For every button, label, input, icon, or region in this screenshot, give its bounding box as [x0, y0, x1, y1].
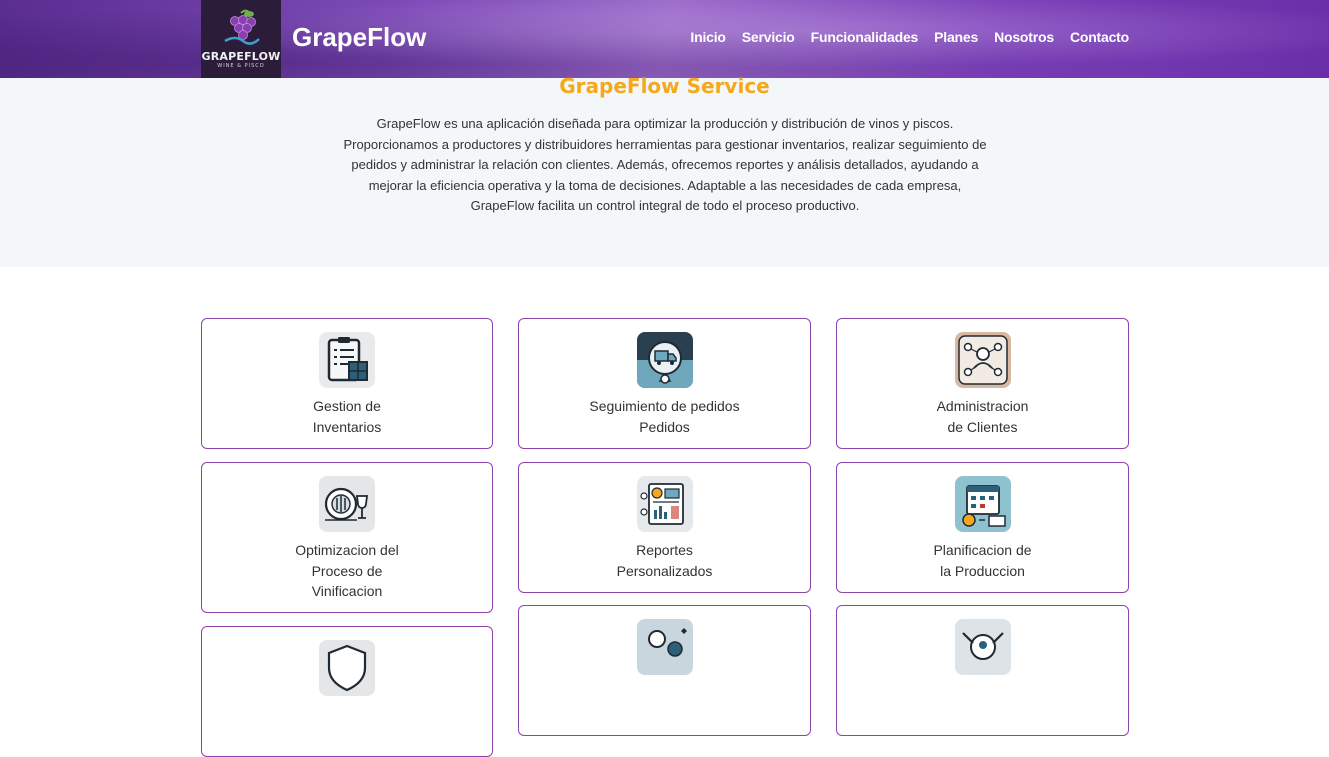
intro-paragraph: GrapeFlow es una aplicación diseñada par… — [343, 116, 987, 213]
brand-name[interactable]: GrapeFlow — [292, 22, 426, 53]
delivery-truck-icon — [636, 332, 693, 388]
card-administracion-clientes[interactable]: Administracion de Clientes — [836, 318, 1129, 449]
nav-funcionalidades[interactable]: Funcionalidades — [811, 29, 919, 45]
settings-gears-icon — [636, 619, 693, 675]
card-seguimiento-pedidos[interactable]: Seguimiento de pedidos Pedidos — [518, 318, 811, 449]
clients-network-icon — [954, 332, 1011, 388]
shield-icon — [319, 640, 375, 696]
reports-dashboard-icon — [636, 476, 693, 532]
nav-planes[interactable]: Planes — [934, 29, 978, 45]
card-row3-col1[interactable] — [201, 626, 493, 757]
main-nav: Inicio Servicio Funcionalidades Planes N… — [690, 29, 1129, 45]
card-planificacion-produccion[interactable]: Planificacion de la Produccion — [836, 462, 1129, 593]
section-title: GrapeFlow Service — [559, 74, 770, 98]
card-label: Reportes Personalizados — [616, 542, 713, 579]
card-gestion-inventarios[interactable]: Gestion de Inventarios — [201, 318, 493, 449]
card-optimizacion-vinificacion[interactable]: Optimizacion del Proceso de Vinificacion — [201, 462, 493, 613]
card-label: Gestion de Inventarios — [312, 398, 382, 435]
card-reportes-personalizados[interactable]: Reportes Personalizados — [518, 462, 811, 593]
logo[interactable]: GRAPEFLOW WINE & PISCO — [201, 0, 281, 78]
logo-subtitle: WINE & PISCO — [217, 63, 265, 69]
card-label: Seguimiento de pedidos Pedidos — [589, 398, 740, 435]
support-tools-icon — [954, 619, 1011, 675]
card-label: Optimizacion del Proceso de Vinificacion — [295, 542, 399, 599]
intro-section: GrapeFlow Service GrapeFlow es una aplic… — [0, 74, 1329, 267]
nav-inicio[interactable]: Inicio — [690, 29, 726, 45]
card-row3-col3[interactable] — [836, 605, 1129, 736]
card-label: Administracion de Clientes — [936, 398, 1029, 435]
nav-nosotros[interactable]: Nosotros — [994, 29, 1054, 45]
nav-servicio[interactable]: Servicio — [742, 29, 795, 45]
production-calendar-icon — [954, 476, 1011, 532]
nav-contacto[interactable]: Contacto — [1070, 29, 1129, 45]
grape-logo-icon — [219, 9, 263, 49]
card-label: Planificacion de la Produccion — [933, 542, 1032, 579]
logo-text: GRAPEFLOW — [201, 50, 281, 63]
card-row3-col2[interactable] — [518, 605, 811, 736]
wine-barrel-icon — [319, 476, 375, 532]
site-header: GRAPEFLOW WINE & PISCO GrapeFlow Inicio … — [0, 0, 1329, 78]
inventory-clipboard-icon — [319, 332, 375, 388]
